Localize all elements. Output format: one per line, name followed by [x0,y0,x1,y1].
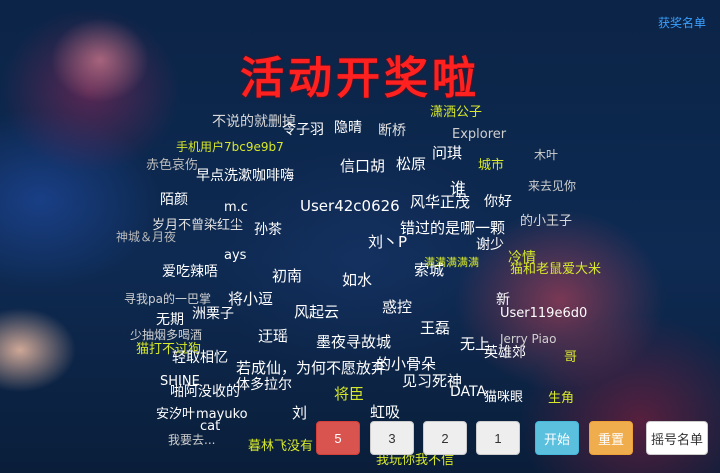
start-button[interactable]: 开始 [535,421,579,455]
count-1-button[interactable]: 1 [476,421,520,455]
lottery-list-button[interactable]: 摇号名单 [646,421,708,455]
reset-button[interactable]: 重置 [589,421,633,455]
page-title: 活动开奖啦 [240,53,480,104]
count-2-button[interactable]: 2 [423,421,467,455]
count-3-button[interactable]: 3 [370,421,414,455]
winners-list-link[interactable]: 获奖名单 [658,14,706,31]
count-5-button[interactable]: 5 [316,421,360,455]
